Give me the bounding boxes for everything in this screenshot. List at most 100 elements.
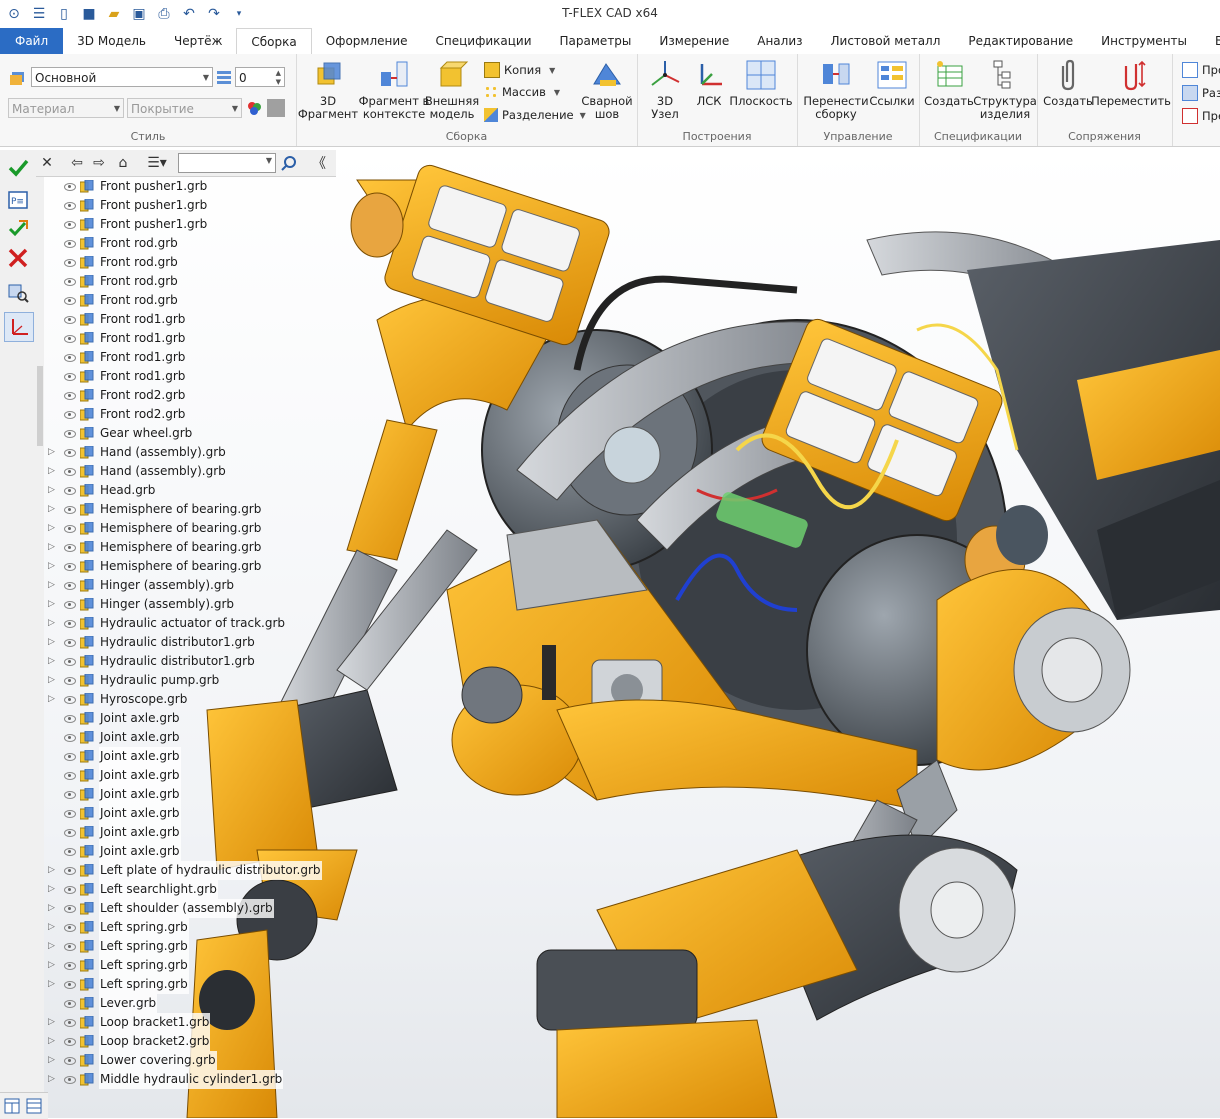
layer-combo[interactable]: Основной ▼ [31, 67, 213, 87]
visibility-eye-icon[interactable] [64, 221, 76, 229]
tree-item[interactable]: ▷ Left searchlight.grb [44, 880, 334, 899]
tab-tools[interactable]: Инструменты [1087, 28, 1201, 54]
tree-item[interactable]: ▷ Hemisphere of bearing.grb [44, 519, 334, 538]
visibility-eye-icon[interactable] [64, 639, 76, 647]
tree-item[interactable]: ▷ Hemisphere of bearing.grb [44, 500, 334, 519]
fragment-3d-button[interactable]: 3D Фрагмент [298, 58, 358, 121]
tab-analysis[interactable]: Анализ [743, 28, 816, 54]
tab-sheet-metal[interactable]: Листовой металл [817, 28, 955, 54]
tree-scrollbar-thumb[interactable] [37, 366, 43, 446]
tab-measurement[interactable]: Измерение [645, 28, 743, 54]
expand-arrow-icon[interactable]: ▷ [48, 1032, 58, 1051]
tree-item[interactable]: ▷ Hemisphere of bearing.grb [44, 538, 334, 557]
tree-item[interactable]: Joint axle.grb [44, 766, 334, 785]
apply-button[interactable] [4, 214, 32, 242]
visibility-eye-icon[interactable] [64, 753, 76, 761]
expand-arrow-icon[interactable]: ▷ [48, 481, 58, 500]
visibility-eye-icon[interactable] [64, 506, 76, 514]
tree-item[interactable]: ▷ Hydraulic distributor1.grb [44, 652, 334, 671]
tree-search-input[interactable]: ▼ [178, 153, 276, 173]
expand-arrow-icon[interactable]: ▷ [48, 500, 58, 519]
links-button[interactable]: Ссылки [869, 58, 915, 108]
expand-arrow-icon[interactable]: ▷ [48, 937, 58, 956]
visibility-eye-icon[interactable] [64, 183, 76, 191]
tree-item[interactable]: Front rod2.grb [44, 405, 334, 424]
color-swatch[interactable] [267, 99, 285, 117]
spec-create-button[interactable]: Создать [923, 58, 975, 108]
tree-item[interactable]: ▷ Lower covering.grb [44, 1051, 334, 1070]
properties-button[interactable]: P≡ [4, 186, 32, 214]
tree-item[interactable]: ▷ Hemisphere of bearing.grb [44, 557, 334, 576]
tree-item[interactable]: ▷ Left spring.grb [44, 975, 334, 994]
plane-button[interactable]: Плоскость [729, 58, 793, 108]
tree-item[interactable]: Front rod2.grb [44, 386, 334, 405]
expand-arrow-icon[interactable]: ▷ [48, 1013, 58, 1032]
visibility-eye-icon[interactable] [64, 278, 76, 286]
visibility-eye-icon[interactable] [64, 563, 76, 571]
tree-scrollbar[interactable] [36, 176, 44, 1092]
color-palette-icon[interactable] [246, 100, 262, 116]
tree-item[interactable]: Joint axle.grb [44, 747, 334, 766]
expand-arrow-icon[interactable]: ▷ [48, 633, 58, 652]
tree-item[interactable]: ▷ Left shoulder (assembly).grb [44, 899, 334, 918]
visibility-eye-icon[interactable] [64, 430, 76, 438]
visibility-eye-icon[interactable] [64, 658, 76, 666]
visibility-eye-icon[interactable] [64, 1038, 76, 1046]
visibility-eye-icon[interactable] [64, 582, 76, 590]
visibility-eye-icon[interactable] [64, 525, 76, 533]
weld-button[interactable]: Сварной шов [580, 58, 634, 121]
tabbed-view-icon[interactable] [26, 1098, 42, 1114]
expand-arrow-icon[interactable]: ▷ [48, 671, 58, 690]
visibility-eye-icon[interactable] [64, 886, 76, 894]
tree-item[interactable]: Joint axle.grb [44, 785, 334, 804]
visibility-eye-icon[interactable] [64, 544, 76, 552]
tree-item[interactable]: ▷ Left spring.grb [44, 918, 334, 937]
tree-item[interactable]: Front rod1.grb [44, 367, 334, 386]
split-view-icon[interactable] [4, 1098, 20, 1114]
array-button[interactable]: Массив ▼ [484, 85, 560, 99]
tree-item[interactable]: Front rod1.grb [44, 310, 334, 329]
tree-item[interactable]: Front rod.grb [44, 272, 334, 291]
expand-arrow-icon[interactable]: ▷ [48, 1051, 58, 1070]
tree-item[interactable]: Front rod.grb [44, 234, 334, 253]
expand-arrow-icon[interactable]: ▷ [48, 956, 58, 975]
tree-item[interactable]: Joint axle.grb [44, 709, 334, 728]
visibility-eye-icon[interactable] [64, 202, 76, 210]
visibility-eye-icon[interactable] [64, 354, 76, 362]
tree-item[interactable]: Joint axle.grb [44, 804, 334, 823]
collapse-panel-icon[interactable]: 《 [310, 154, 328, 172]
visibility-eye-icon[interactable] [64, 677, 76, 685]
expand-arrow-icon[interactable]: ▷ [48, 538, 58, 557]
coating-combo[interactable]: Покрытие ▼ [127, 98, 242, 118]
tree-item[interactable]: Joint axle.grb [44, 728, 334, 747]
visibility-eye-icon[interactable] [64, 810, 76, 818]
home-icon[interactable]: ⌂ [114, 154, 132, 172]
move-assembly-button[interactable]: Перенести сборку [801, 58, 871, 121]
tree-item[interactable]: ▷ Hinger (assembly).grb [44, 576, 334, 595]
product-structure-button[interactable]: Структура изделия [973, 58, 1037, 121]
zoom-model-button[interactable] [4, 278, 32, 306]
lcs-button[interactable]: ЛСК [689, 58, 729, 108]
material-combo[interactable]: Материал ▼ [8, 98, 124, 118]
visibility-eye-icon[interactable] [64, 867, 76, 875]
tab-file[interactable]: Файл [0, 28, 64, 54]
tab-3d-model[interactable]: 3D Модель [63, 28, 160, 54]
visibility-eye-icon[interactable] [64, 259, 76, 267]
tree-item[interactable]: Front pusher1.grb [44, 215, 334, 234]
list-options-icon[interactable]: ☰▾ [144, 154, 170, 172]
visibility-eye-icon[interactable] [64, 1000, 76, 1008]
visibility-eye-icon[interactable] [64, 620, 76, 628]
tree-item[interactable]: Front rod1.grb [44, 329, 334, 348]
visibility-eye-icon[interactable] [64, 791, 76, 799]
fragment-in-context-button[interactable]: Фрагмент в контексте [358, 58, 430, 121]
cut-item-2[interactable]: Раз [1182, 85, 1220, 101]
visibility-eye-icon[interactable] [64, 715, 76, 723]
back-arrow-icon[interactable]: ⇦ [68, 154, 86, 172]
visibility-eye-icon[interactable] [64, 1019, 76, 1027]
cut-item-3[interactable]: Пре [1182, 108, 1220, 124]
mate-move-button[interactable]: Переместить [1091, 58, 1171, 108]
visibility-eye-icon[interactable] [64, 392, 76, 400]
expand-arrow-icon[interactable]: ▷ [48, 975, 58, 994]
visibility-eye-icon[interactable] [64, 905, 76, 913]
expand-arrow-icon[interactable]: ▷ [48, 918, 58, 937]
